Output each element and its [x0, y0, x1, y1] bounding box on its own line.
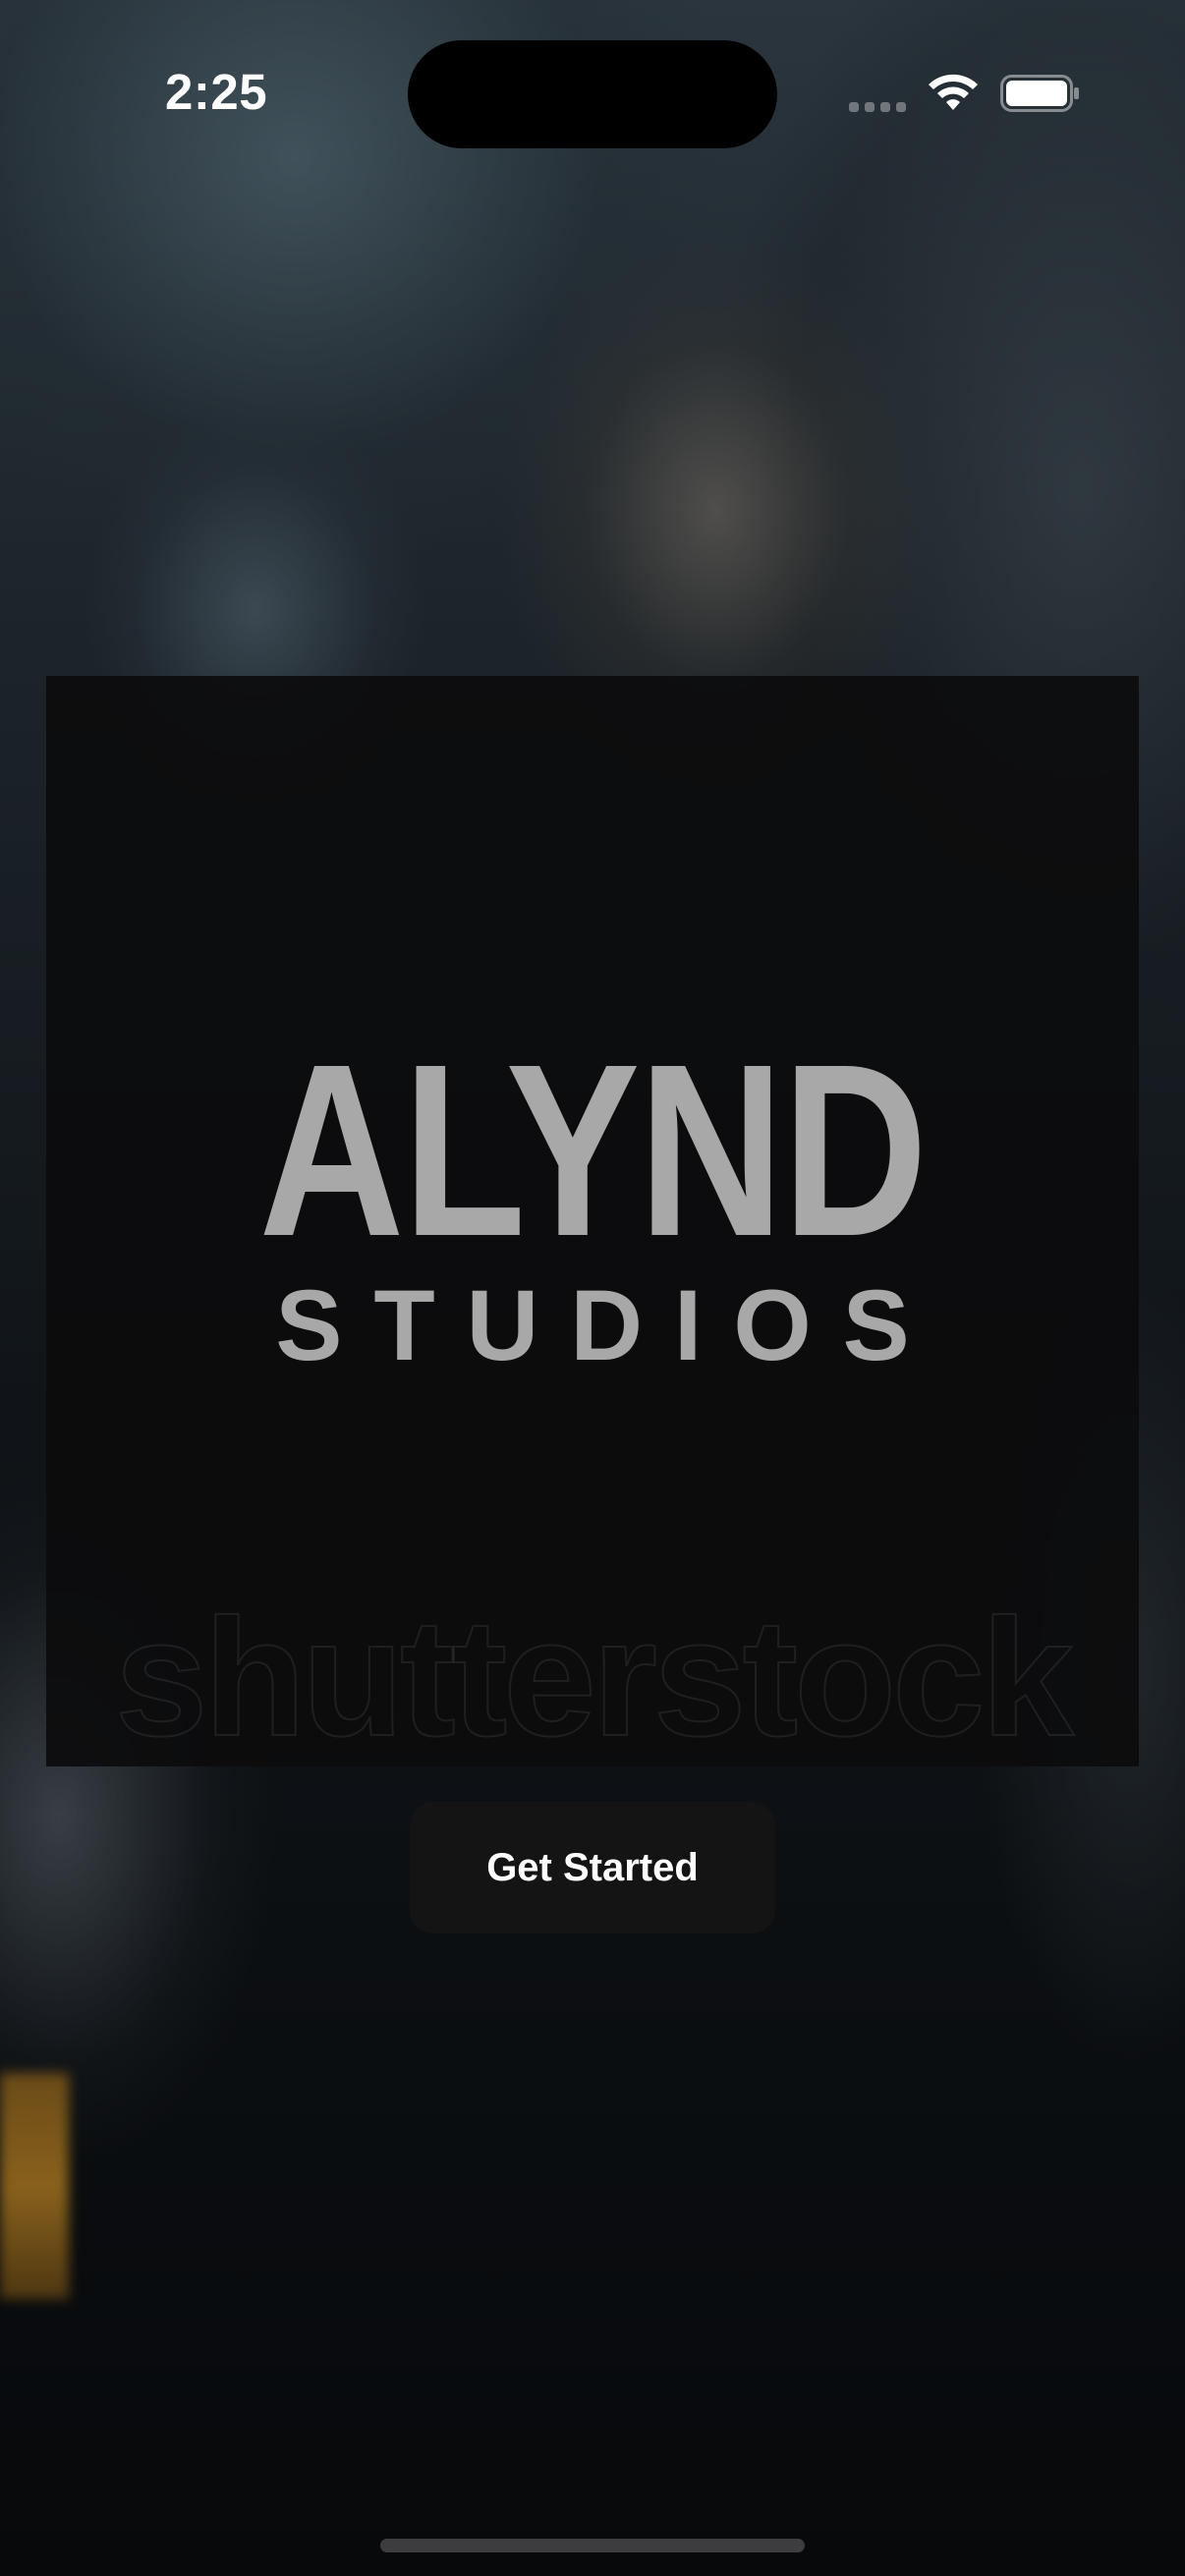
wifi-icon	[929, 74, 978, 110]
dynamic-island	[408, 40, 777, 148]
home-indicator[interactable]	[380, 2539, 805, 2552]
stock-watermark: shutterstock	[114, 1585, 1075, 1771]
brand-logo-subtitle: STUDIOS	[275, 1269, 941, 1381]
status-time: 2:25	[165, 64, 268, 120]
brand-logo-title: ALYND	[258, 1013, 928, 1287]
battery-icon	[1000, 75, 1079, 112]
background-video-accent	[0, 2073, 69, 2299]
app-screen: 2:25 ALYND STUDIOS shutterstock Get Star…	[0, 0, 1185, 2576]
get-started-button[interactable]: Get Started	[410, 1802, 775, 1933]
status-bar: 2:25	[0, 0, 1185, 148]
cellular-signal-icon	[849, 102, 908, 114]
splash-logo-panel: ALYND STUDIOS shutterstock	[46, 676, 1139, 1766]
